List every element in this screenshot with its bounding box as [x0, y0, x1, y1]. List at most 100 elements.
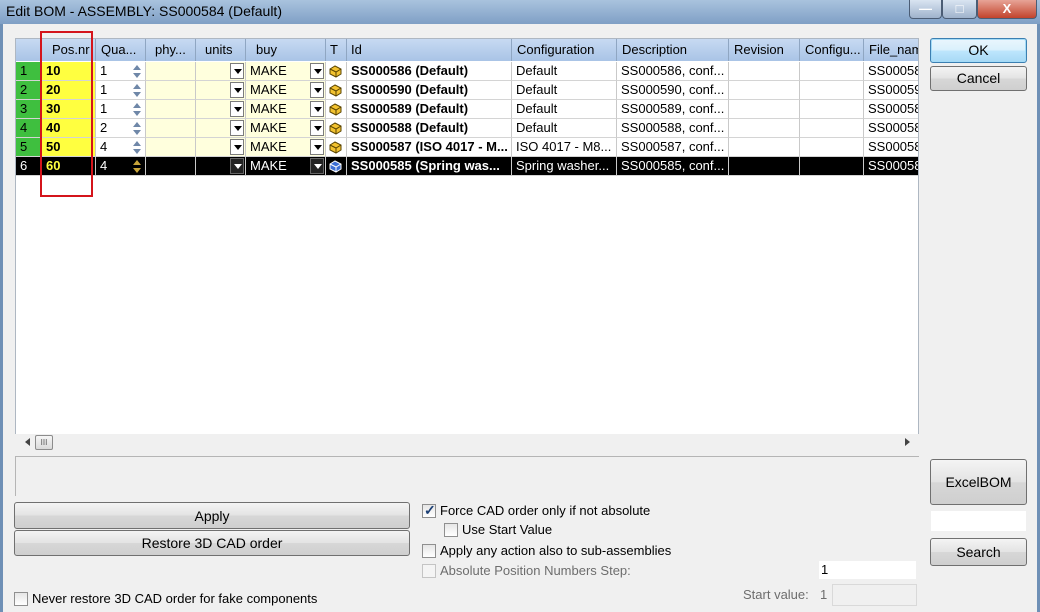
configuration-2-cell[interactable]	[800, 100, 864, 119]
configuration-cell[interactable]: ISO 4017 - M8...	[512, 138, 617, 157]
dropdown-arrow-icon[interactable]	[230, 120, 244, 136]
revision-cell[interactable]	[729, 157, 800, 176]
id-cell[interactable]: SS000590 (Default)	[347, 81, 512, 100]
revision-cell[interactable]	[729, 138, 800, 157]
buy-cell[interactable]: MAKE	[246, 157, 326, 176]
close-button[interactable]: X	[977, 0, 1037, 19]
physical-cell[interactable]	[146, 81, 196, 100]
dropdown-arrow-icon[interactable]	[310, 158, 324, 174]
absolute-step-input[interactable]: 1	[818, 560, 917, 580]
file-name-cell[interactable]: SS00058	[864, 119, 918, 138]
physical-cell[interactable]	[146, 157, 196, 176]
revision-cell[interactable]	[729, 119, 800, 138]
configuration-2-cell[interactable]	[800, 81, 864, 100]
dropdown-arrow-icon[interactable]	[310, 139, 324, 155]
ok-button[interactable]: OK	[930, 38, 1027, 63]
header-file-name[interactable]: File_nam	[864, 39, 918, 61]
dropdown-arrow-icon[interactable]	[230, 82, 244, 98]
type-cell[interactable]	[326, 157, 347, 176]
row-number[interactable]: 2	[16, 81, 42, 100]
quantity-cell[interactable]: 1	[96, 62, 146, 81]
use-start-value-checkbox[interactable]	[444, 523, 458, 537]
units-cell[interactable]	[196, 81, 246, 100]
row-number[interactable]: 5	[16, 138, 42, 157]
header-rownum[interactable]	[16, 39, 42, 61]
header-id[interactable]: Id	[347, 39, 512, 61]
header-revision[interactable]: Revision	[729, 39, 800, 61]
table-row[interactable]: 6 60 4 MAKE SS000585 (Spring was... Spring wa…	[16, 157, 918, 176]
row-number[interactable]: 1	[16, 62, 42, 81]
spinner-icon[interactable]	[132, 102, 143, 117]
quantity-cell[interactable]: 4	[96, 157, 146, 176]
units-cell[interactable]	[196, 138, 246, 157]
id-cell[interactable]: SS000588 (Default)	[347, 119, 512, 138]
id-cell[interactable]: SS000585 (Spring was...	[347, 157, 512, 176]
buy-cell[interactable]: MAKE	[246, 81, 326, 100]
description-cell[interactable]: SS000589, conf...	[617, 100, 729, 119]
id-cell[interactable]: SS000589 (Default)	[347, 100, 512, 119]
header-description[interactable]: Description	[617, 39, 729, 61]
configuration-cell[interactable]: Default	[512, 81, 617, 100]
spinner-icon[interactable]	[132, 121, 143, 136]
configuration-2-cell[interactable]	[800, 157, 864, 176]
configuration-2-cell[interactable]	[800, 119, 864, 138]
dropdown-arrow-icon[interactable]	[310, 120, 324, 136]
apply-button[interactable]: Apply	[14, 502, 410, 529]
physical-cell[interactable]	[146, 138, 196, 157]
revision-cell[interactable]	[729, 100, 800, 119]
apply-sub-assemblies-checkbox[interactable]	[422, 544, 436, 558]
table-row[interactable]: 4 40 2 MAKE SS000588 (Default) Default SS00058…	[16, 119, 918, 138]
description-cell[interactable]: SS000587, conf...	[617, 138, 729, 157]
table-row[interactable]: 1 10 1 MAKE SS000586 (Default) Default SS00058…	[16, 62, 918, 81]
header-buy[interactable]: buy	[246, 39, 326, 61]
units-cell[interactable]	[196, 62, 246, 81]
buy-cell[interactable]: MAKE	[246, 62, 326, 81]
scroll-left-icon[interactable]	[25, 438, 30, 446]
dropdown-arrow-icon[interactable]	[230, 101, 244, 117]
revision-cell[interactable]	[729, 62, 800, 81]
bom-grid[interactable]: Pos.nr Qua... phy... units buy T Id Conf…	[15, 38, 919, 438]
quantity-cell[interactable]: 1	[96, 81, 146, 100]
id-cell[interactable]: SS000586 (Default)	[347, 62, 512, 81]
title-bar[interactable]: Edit BOM - ASSEMBLY: SS000584 (Default) …	[0, 0, 1040, 24]
table-row[interactable]: 3 30 1 MAKE SS000589 (Default) Default SS00058…	[16, 100, 918, 119]
search-input[interactable]	[930, 510, 1027, 532]
type-cell[interactable]	[326, 81, 347, 100]
units-cell[interactable]	[196, 157, 246, 176]
configuration-cell[interactable]: Spring washer...	[512, 157, 617, 176]
description-cell[interactable]: SS000590, conf...	[617, 81, 729, 100]
maximize-button[interactable]: □	[942, 0, 977, 19]
revision-cell[interactable]	[729, 81, 800, 100]
physical-cell[interactable]	[146, 119, 196, 138]
scroll-right-icon[interactable]	[905, 438, 910, 446]
dropdown-arrow-icon[interactable]	[230, 63, 244, 79]
file-name-cell[interactable]: SS00058	[864, 157, 918, 176]
header-units[interactable]: units	[196, 39, 246, 61]
file-name-cell[interactable]: SS00058	[864, 138, 918, 157]
dropdown-arrow-icon[interactable]	[310, 101, 324, 117]
type-cell[interactable]	[326, 100, 347, 119]
description-cell[interactable]: SS000588, conf...	[617, 119, 729, 138]
description-cell[interactable]: SS000585, conf...	[617, 157, 729, 176]
type-cell[interactable]	[326, 119, 347, 138]
file-name-cell[interactable]: SS00058	[864, 62, 918, 81]
start-value-input[interactable]	[832, 584, 917, 606]
type-cell[interactable]	[326, 138, 347, 157]
spinner-icon[interactable]	[132, 140, 143, 155]
quantity-cell[interactable]: 4	[96, 138, 146, 157]
header-type[interactable]: T	[326, 39, 347, 61]
configuration-2-cell[interactable]	[800, 138, 864, 157]
configuration-cell[interactable]: Default	[512, 62, 617, 81]
header-configuration[interactable]: Configuration	[512, 39, 617, 61]
absolute-step-checkbox[interactable]	[422, 564, 436, 578]
row-number[interactable]: 3	[16, 100, 42, 119]
configuration-2-cell[interactable]	[800, 62, 864, 81]
scroll-thumb[interactable]: III	[35, 435, 53, 450]
header-physical[interactable]: phy...	[146, 39, 196, 61]
table-row[interactable]: 2 20 1 MAKE SS000590 (Default) Default SS00059…	[16, 81, 918, 100]
row-number[interactable]: 4	[16, 119, 42, 138]
dropdown-arrow-icon[interactable]	[310, 82, 324, 98]
minimize-button[interactable]: —	[909, 0, 942, 19]
never-restore-checkbox[interactable]	[14, 592, 28, 606]
table-row[interactable]: 5 50 4 MAKE SS000587 (ISO 4017 - M... ISO 401…	[16, 138, 918, 157]
